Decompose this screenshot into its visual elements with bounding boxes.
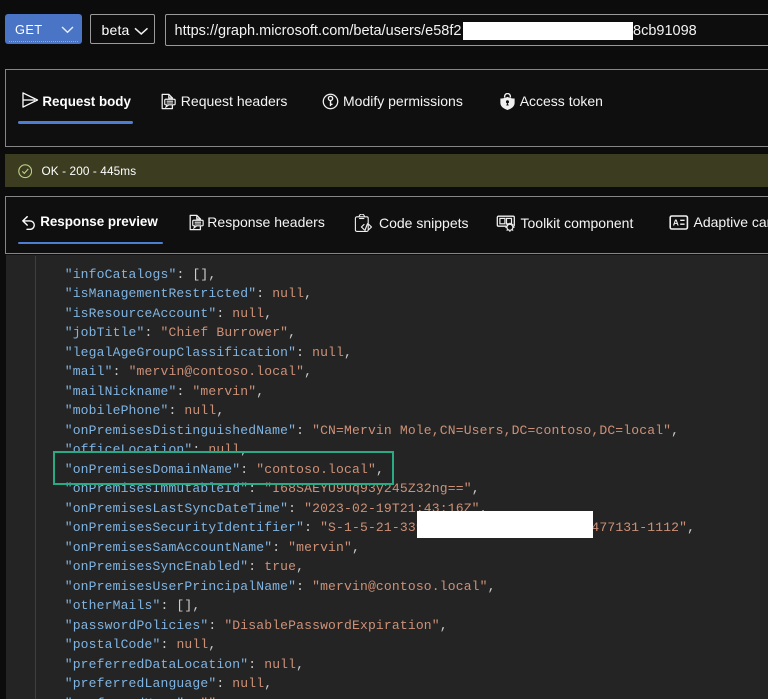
svg-text:A: A xyxy=(673,217,679,227)
